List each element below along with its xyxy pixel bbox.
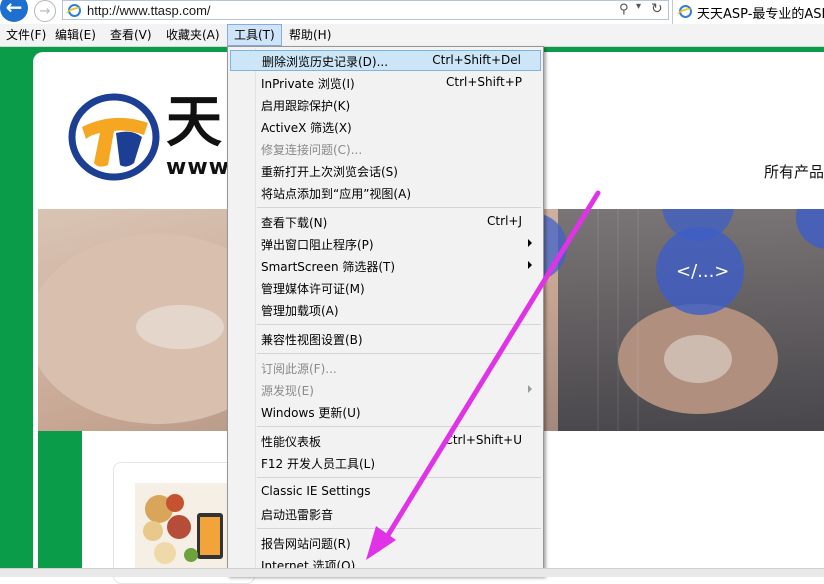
menu-item-label: 性能仪表板	[261, 435, 322, 449]
menu-item-label: 弹出窗口阻止程序(P)	[261, 238, 374, 252]
tab-favicon-icon	[679, 5, 692, 18]
menu-item-shortcut: Ctrl+Shift+U	[444, 433, 522, 447]
address-bar-area: ← → http://www.ttasp.com/ ⚲ ▾ ↻ 天天ASP-最专…	[0, 0, 824, 25]
menu-item-label: InPrivate 浏览(I)	[261, 77, 355, 91]
menu-separator	[257, 324, 541, 325]
menu-item-shortcut: Ctrl+J	[487, 214, 522, 228]
address-input[interactable]: http://www.ttasp.com/ ⚲ ▾ ↻	[62, 0, 669, 20]
menu-item-classic-ie-settings[interactable]: Classic IE Settings	[229, 481, 542, 502]
tools-dropdown-menu: 删除浏览历史记录(D)... Ctrl+Shift+Del InPrivate …	[227, 46, 544, 576]
menu-separator	[257, 207, 541, 208]
menu-item-compat-view[interactable]: 兼容性视图设置(B)	[229, 328, 542, 349]
menu-item-delete-history[interactable]: 删除浏览历史记录(D)... Ctrl+Shift+Del	[230, 50, 541, 71]
url-text: http://www.ttasp.com/	[87, 3, 211, 18]
tab-title: 天天ASP-最专业的ASP产	[697, 7, 824, 22]
left-green-strip	[38, 431, 82, 571]
ie-logo-icon	[68, 4, 81, 17]
menu-item-label: 管理媒体许可证(M)	[261, 282, 365, 296]
menu-item-label: 重新打开上次浏览会话(S)	[261, 165, 398, 179]
menu-view[interactable]: 查看(V)	[104, 24, 158, 46]
menu-item-label: F12 开发人员工具(L)	[261, 457, 376, 471]
all-products-link[interactable]: 所有产品	[764, 161, 824, 182]
menu-item-activex-filter[interactable]: ActiveX 筛选(X)	[229, 116, 542, 137]
menu-item-label: 启动迅雷影音	[261, 508, 334, 522]
menu-item-label: 报告网站问题(R)	[261, 537, 351, 551]
menu-item-add-to-apps[interactable]: 将站点添加到“应用”视图(A)	[229, 182, 542, 203]
menu-separator	[257, 426, 541, 427]
menu-item-launch-xunlei-player[interactable]: 启动迅雷影音	[229, 503, 542, 524]
menu-separator	[257, 353, 541, 354]
menu-bar: 文件(F) 编辑(E) 查看(V) 收藏夹(A) 工具(T) 帮助(H)	[0, 24, 824, 47]
menu-help[interactable]: 帮助(H)	[283, 24, 337, 46]
back-arrow-icon: ←	[5, 0, 23, 19]
menu-separator	[257, 528, 541, 529]
submenu-arrow-icon	[528, 261, 532, 269]
logo-www-text: www	[166, 155, 230, 180]
menu-item-manage-addons[interactable]: 管理加载项(A)	[229, 299, 542, 320]
menu-item-tracking-protection[interactable]: 启用跟踪保护(K)	[229, 94, 542, 115]
menu-item-popup-blocker[interactable]: 弹出窗口阻止程序(P)	[229, 233, 542, 254]
chevron-down-icon[interactable]: ▾	[636, 1, 641, 12]
menu-item-view-downloads[interactable]: 查看下载(N) Ctrl+J	[229, 211, 542, 232]
menu-separator	[257, 477, 541, 478]
menu-item-report-site-problem[interactable]: 报告网站问题(R)	[229, 532, 542, 553]
menu-item-smartscreen[interactable]: SmartScreen 筛选器(T)	[229, 255, 542, 276]
menu-favorites[interactable]: 收藏夹(A)	[160, 24, 226, 46]
browser-tab[interactable]: 天天ASP-最专业的ASP产	[672, 0, 824, 24]
menu-item-shortcut: Ctrl+Shift+Del	[432, 53, 521, 67]
menu-item-label: 源发现(E)	[261, 384, 314, 398]
menu-item-performance-dashboard[interactable]: 性能仪表板 Ctrl+Shift+U	[229, 430, 542, 451]
menu-edit[interactable]: 编辑(E)	[49, 24, 102, 46]
menu-item-label: SmartScreen 筛选器(T)	[261, 260, 396, 274]
menu-item-label: Windows 更新(U)	[261, 406, 361, 420]
forward-button[interactable]: →	[34, 0, 56, 22]
menu-item-media-licenses[interactable]: 管理媒体许可证(M)	[229, 277, 542, 298]
svg-text:</...>: </...>	[676, 261, 729, 282]
forward-arrow-icon: →	[39, 4, 51, 19]
menu-item-label: 修复连接问题(C)...	[261, 143, 363, 157]
submenu-arrow-icon	[528, 385, 532, 393]
menu-item-label: 删除浏览历史记录(D)...	[262, 55, 389, 69]
refresh-icon[interactable]: ↻	[651, 1, 663, 17]
submenu-arrow-icon	[528, 239, 532, 247]
menu-item-label: 兼容性视图设置(B)	[261, 333, 363, 347]
menu-item-fix-connection: 修复连接问题(C)...	[229, 138, 542, 159]
site-logo[interactable]	[68, 93, 160, 181]
menu-item-label: 查看下载(N)	[261, 216, 328, 230]
logo-character: 天	[166, 90, 222, 155]
menu-item-label: ActiveX 筛选(X)	[261, 121, 352, 135]
product-thumbnail-image[interactable]	[135, 483, 230, 573]
back-button[interactable]: ←	[0, 0, 28, 22]
menu-item-label: 将站点添加到“应用”视图(A)	[261, 187, 412, 201]
menu-tools[interactable]: 工具(T)	[227, 24, 282, 46]
menu-item-f12-devtools[interactable]: F12 开发人员工具(L)	[229, 452, 542, 473]
menu-item-reopen-session[interactable]: 重新打开上次浏览会话(S)	[229, 160, 542, 181]
menu-item-windows-update[interactable]: Windows 更新(U)	[229, 401, 542, 422]
search-icon[interactable]: ⚲	[619, 2, 629, 17]
menu-item-subscribe-feed: 订阅此源(F)...	[229, 357, 542, 378]
menu-item-inprivate[interactable]: InPrivate 浏览(I) Ctrl+Shift+P	[229, 72, 542, 93]
menu-item-label: 启用跟踪保护(K)	[261, 99, 351, 113]
menu-item-shortcut: Ctrl+Shift+P	[446, 75, 522, 89]
menu-item-label: 订阅此源(F)...	[261, 362, 337, 376]
menu-file[interactable]: 文件(F)	[0, 24, 52, 46]
menu-item-label: Classic IE Settings	[261, 484, 371, 498]
menu-item-feed-discovery: 源发现(E)	[229, 379, 542, 400]
menu-item-label: 管理加载项(A)	[261, 304, 339, 318]
